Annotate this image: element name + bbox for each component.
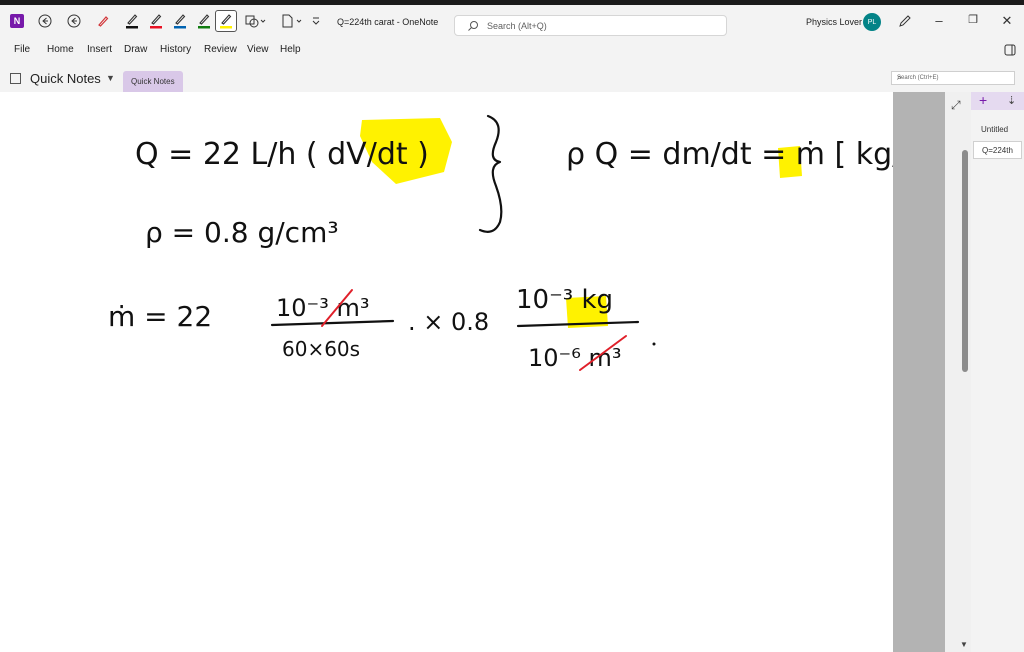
ink-line3-lhs: ṁ = 22	[108, 300, 212, 333]
ink-frac2-den: 10⁻⁶ m³	[528, 344, 621, 372]
more-icon[interactable]	[308, 13, 324, 29]
menu-view[interactable]: View	[247, 44, 269, 55]
page-format-icon[interactable]	[280, 13, 304, 29]
onenote-logo: N	[10, 14, 24, 28]
page-item-untitled[interactable]: Untitled	[973, 121, 1022, 139]
menu-home[interactable]: Home	[47, 44, 74, 55]
ink-frac2-num: 10⁻³ kg	[516, 285, 613, 315]
menu-review[interactable]: Review	[204, 44, 237, 55]
avatar[interactable]: PL	[863, 13, 881, 31]
close-icon[interactable]: ✕	[998, 13, 1016, 29]
section-search-input[interactable]: Search (Ctrl+E) ⌕	[891, 71, 1015, 85]
menu-draw[interactable]: Draw	[124, 44, 147, 55]
section-tab-quick-notes[interactable]: Quick Notes	[123, 71, 183, 92]
ink-line2: ρ = 0.8 g/cm³	[145, 216, 339, 249]
search-placeholder: Search (Alt+Q)	[487, 21, 547, 31]
page-list-pane: + ⇣ Untitled Q=224th	[971, 92, 1024, 652]
menu-help[interactable]: Help	[280, 44, 301, 55]
search-icon: ⌕	[897, 72, 903, 82]
search-icon	[467, 20, 479, 34]
handwritten-ink: Q = 22 L/h ( dV/dt ) ρ Q = dm/dt = ṁ [ k…	[108, 114, 893, 372]
chevron-down-icon[interactable]: ▼	[106, 73, 115, 83]
menu-file[interactable]: File	[14, 44, 30, 55]
back-icon[interactable]	[37, 13, 53, 29]
page-item-active[interactable]: Q=224th	[973, 141, 1022, 159]
add-page-icon[interactable]: +	[979, 92, 987, 108]
title-bar: N Q=224th carat - OneNote Search (Alt+Q)…	[0, 5, 1024, 37]
menu-bar: File Home Insert Draw History Review Vie…	[0, 40, 1024, 60]
sort-icon[interactable]: ⇣	[1007, 94, 1016, 107]
shapes-icon[interactable]	[244, 13, 268, 29]
canvas-gutter	[893, 92, 945, 652]
ink-frac1-den: 60×60s	[282, 337, 360, 361]
notebook-name[interactable]: Quick Notes	[30, 71, 101, 86]
undo-icon[interactable]	[66, 13, 82, 29]
note-canvas[interactable]: Q = 22 L/h ( dV/dt ) ρ Q = dm/dt = ṁ [ k…	[0, 92, 893, 652]
ink-line1-right: ρ Q = dm/dt = ṁ [ kg/s ]	[566, 137, 893, 172]
expand-icon[interactable]: ⤢	[951, 98, 961, 113]
notebook-bar: Quick Notes ▼ Quick Notes	[0, 66, 1024, 92]
restore-icon[interactable]: ❐	[964, 13, 982, 26]
search-input[interactable]: Search (Alt+Q)	[454, 15, 727, 36]
pen-red2-icon[interactable]	[148, 13, 164, 29]
menu-insert[interactable]: Insert	[87, 44, 112, 55]
scroll-down-icon[interactable]: ▼	[960, 640, 968, 649]
minimize-icon[interactable]: –	[930, 13, 948, 28]
user-name[interactable]: Physics Lover	[806, 17, 862, 27]
ink-brace	[478, 114, 503, 233]
highlighter-icon[interactable]	[215, 10, 237, 32]
ink-dot	[652, 342, 656, 346]
pen-blue-icon[interactable]	[172, 13, 188, 29]
ink-mult: . × 0.8	[408, 308, 489, 336]
notebook-icon	[10, 73, 21, 84]
ink-frac1-num: 10⁻³ m³	[276, 294, 369, 322]
scrollbar-thumb[interactable]	[962, 150, 968, 372]
pen-green-icon[interactable]	[196, 13, 212, 29]
window-title: Q=224th carat - OneNote	[337, 17, 439, 27]
page-list-header: + ⇣	[971, 92, 1024, 110]
ink-line1-left: Q = 22 L/h ( dV/dt )	[135, 137, 429, 172]
pen-red-icon[interactable]	[95, 13, 111, 29]
notebook-pane-icon[interactable]	[1002, 42, 1018, 58]
menu-history[interactable]: History	[160, 44, 191, 55]
pen-feedback-icon[interactable]	[897, 13, 913, 29]
pen-black-icon[interactable]	[124, 13, 140, 29]
